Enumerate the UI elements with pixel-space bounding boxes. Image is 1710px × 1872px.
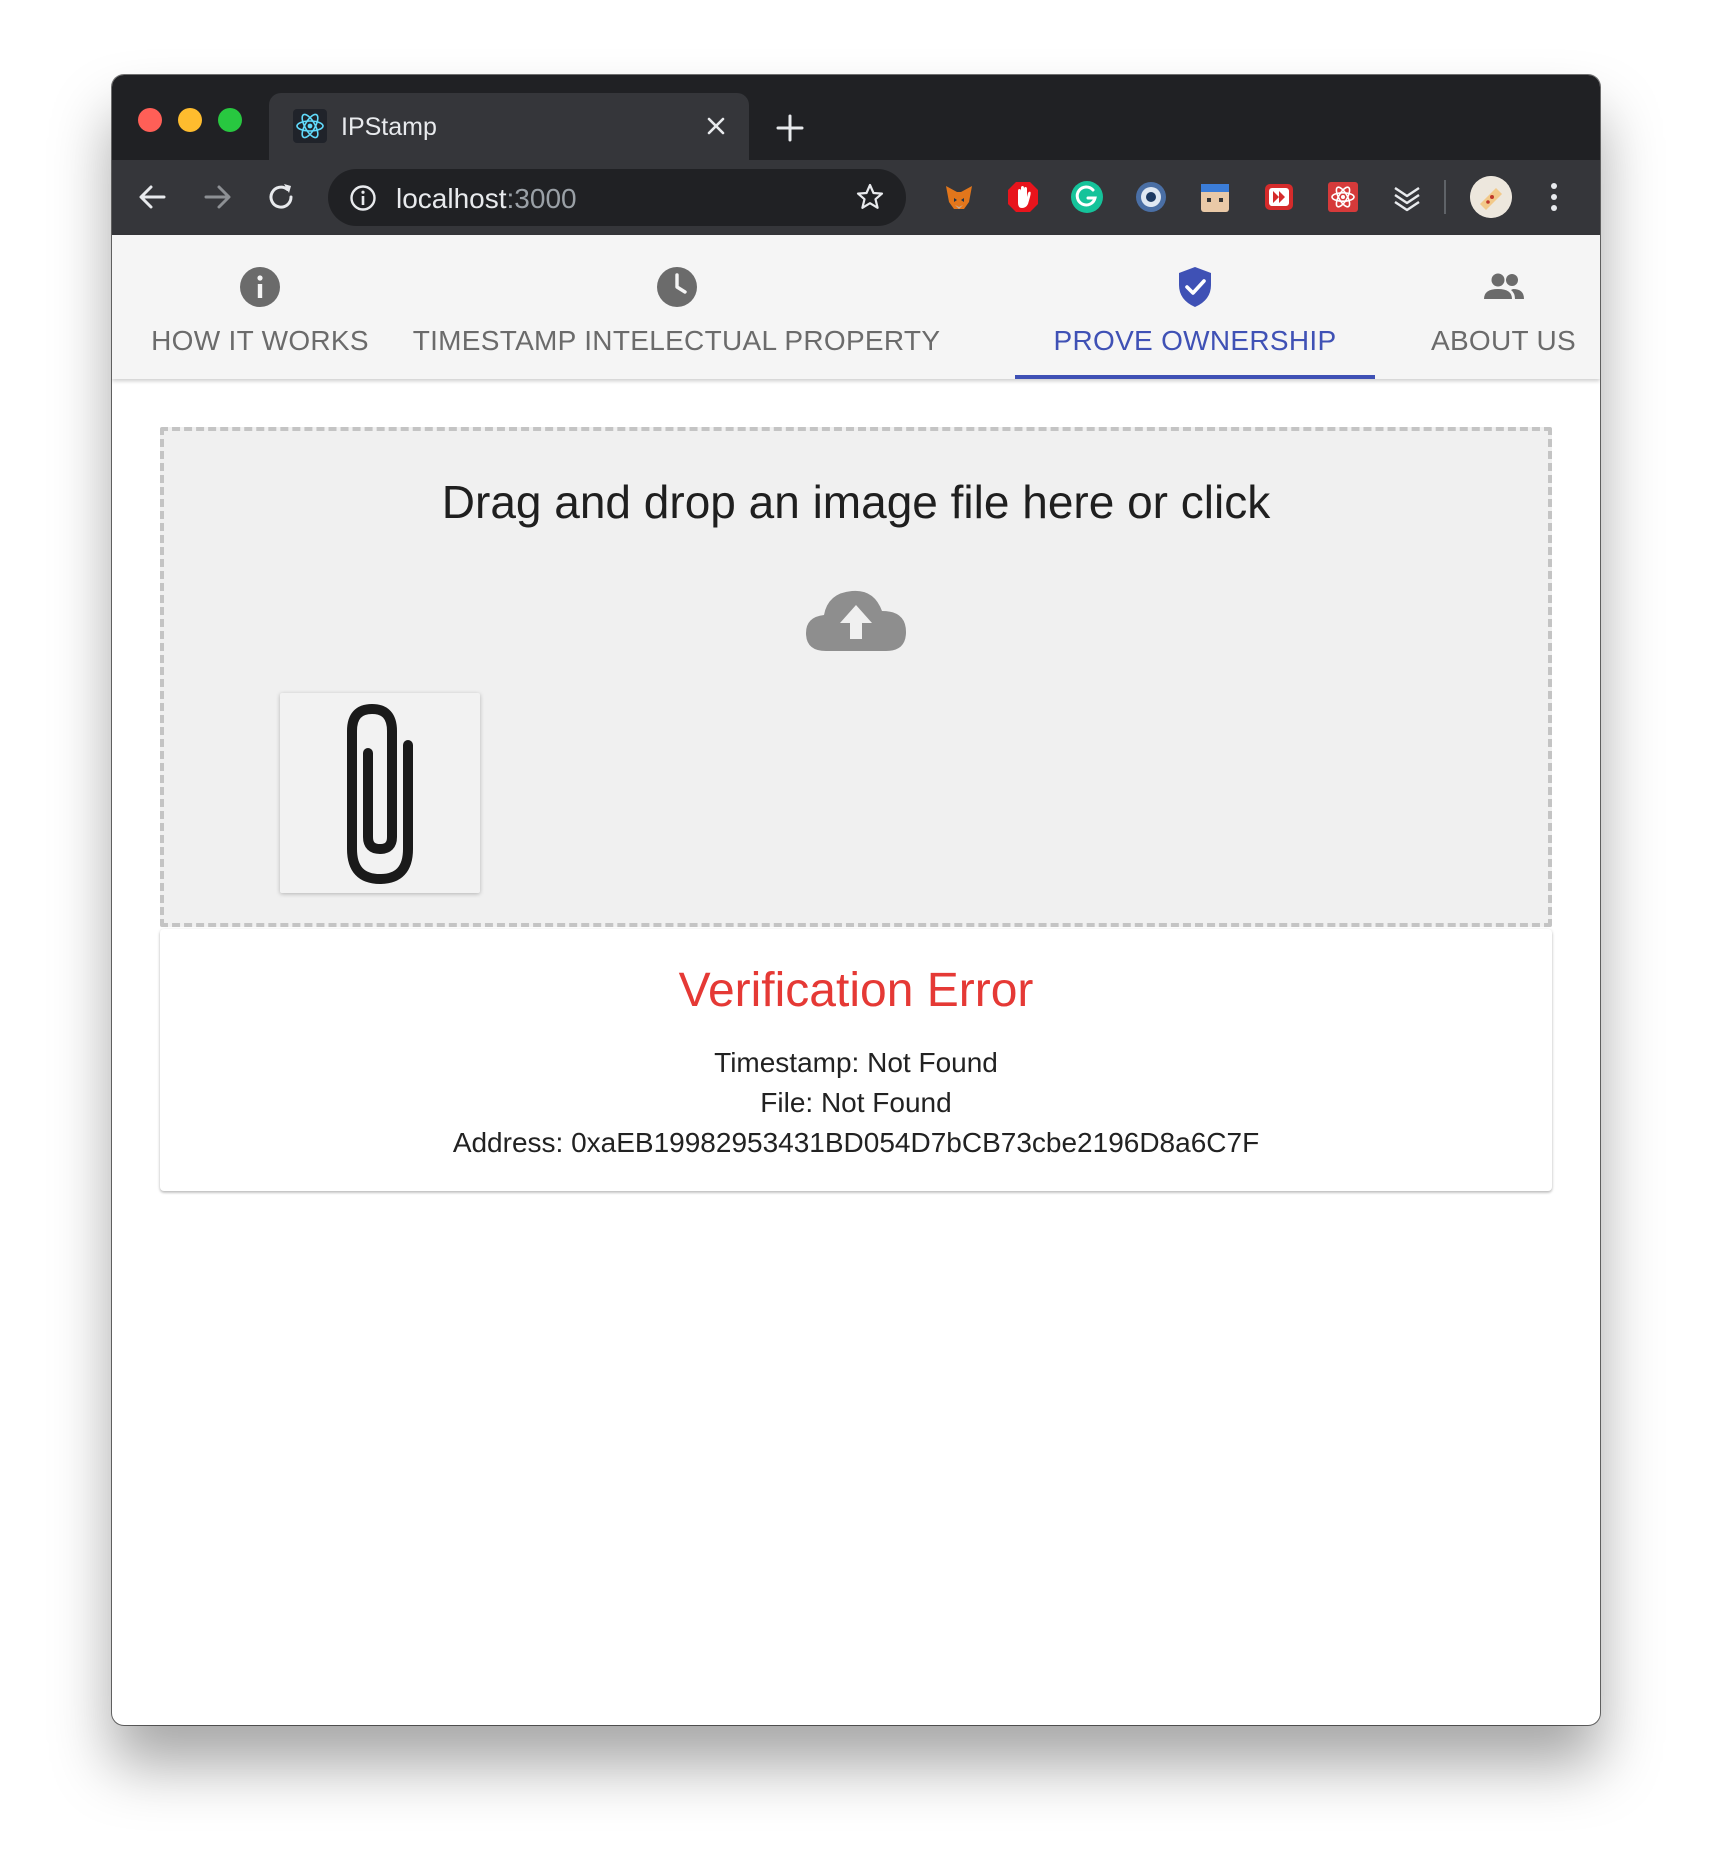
tab-label: ABOUT US (1430, 325, 1577, 356)
forward-icon[interactable] (198, 178, 236, 216)
character-face-icon[interactable] (1196, 178, 1234, 216)
adblock-hand-icon[interactable] (1004, 178, 1042, 216)
react-icon (293, 109, 327, 143)
tab-how-it-works[interactable]: HOW IT WORKS (112, 235, 408, 379)
timestamp-line: Timestamp: Not Found (714, 1047, 998, 1078)
browser-toolbar: localhost:3000 (112, 160, 1600, 235)
site-info-icon[interactable] (348, 183, 378, 213)
verified-shield-icon (1179, 267, 1211, 307)
file-dropzone[interactable]: Drag and drop an image file here or clic… (160, 427, 1552, 927)
url-text: localhost:3000 (396, 183, 577, 214)
address-bar[interactable]: localhost:3000 (328, 169, 906, 226)
cloud-upload-icon (806, 590, 906, 651)
info-icon (240, 267, 280, 307)
privacy-eye-icon[interactable] (1132, 178, 1170, 216)
bookmark-star-icon[interactable] (854, 181, 886, 213)
active-tab-indicator (1015, 375, 1375, 379)
react-devtools-icon[interactable] (1324, 178, 1362, 216)
zoom-window-button[interactable] (218, 108, 242, 132)
tab-label: HOW IT WORKS (151, 325, 369, 356)
tab-strip: IPStamp (112, 75, 1600, 160)
address-line: Address: 0xaEB19982953431BD054D7bCB73cbe… (452, 1127, 1260, 1158)
back-icon[interactable] (134, 178, 172, 216)
grammarly-icon[interactable] (1068, 178, 1106, 216)
tab-title: IPStamp (341, 113, 437, 141)
tab-prove-ownership[interactable]: PROVE OWNERSHIP (1015, 235, 1375, 379)
browser-tab[interactable]: IPStamp (269, 93, 749, 160)
new-tab-icon[interactable] (772, 110, 808, 146)
toolbar-separator (1444, 180, 1446, 214)
tab-timestamp-ip[interactable]: TIMESTAMP INTELECTUAL PROPERTY (408, 235, 945, 379)
layers-chevron-icon[interactable] (1388, 178, 1426, 216)
clock-icon (656, 267, 697, 307)
dropzone-text: Drag and drop an image file here or clic… (441, 476, 1271, 528)
metamask-fox-icon[interactable] (940, 178, 978, 216)
menu-kebab-icon[interactable] (1544, 178, 1564, 216)
file-line: File: Not Found (760, 1087, 952, 1118)
video-speed-icon[interactable] (1260, 178, 1298, 216)
verification-result-card: Verification Error Timestamp: Not Found … (160, 929, 1552, 1191)
verification-error-title: Verification Error (678, 964, 1034, 1017)
paperclip-icon (347, 704, 413, 884)
close-window-button[interactable] (138, 108, 162, 132)
reload-icon[interactable] (262, 178, 300, 216)
app-tab-bar: HOW IT WORKS TIMESTAMP INTELECTUAL PROPE… (112, 235, 1600, 379)
tab-about-us[interactable]: ABOUT US (1407, 235, 1600, 379)
profile-avatar[interactable] (1470, 176, 1512, 218)
people-icon (1483, 273, 1524, 299)
tab-label: TIMESTAMP INTELECTUAL PROPERTY (412, 325, 941, 356)
file-preview[interactable] (280, 693, 480, 893)
tab-label: PROVE OWNERSHIP (1053, 325, 1337, 356)
minimize-window-button[interactable] (178, 108, 202, 132)
close-tab-icon[interactable] (701, 111, 731, 141)
browser-window: IPStamp localhost:3000 HOW IT WORKS TIME… (112, 75, 1600, 1725)
